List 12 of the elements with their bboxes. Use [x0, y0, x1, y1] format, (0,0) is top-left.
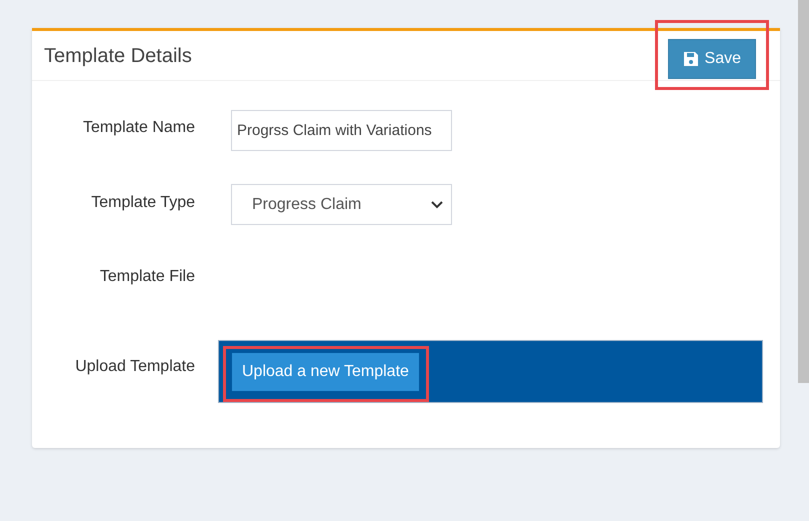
scrollbar[interactable]	[798, 0, 809, 383]
save-icon	[682, 50, 699, 66]
card-title: Template Details	[44, 44, 192, 68]
select-field[interactable]: Progress Claim	[231, 184, 452, 225]
field-label: Upload Template	[74, 357, 195, 377]
upload-button[interactable]: Upload a new Template	[232, 352, 419, 390]
save-button[interactable]: Save	[668, 38, 756, 78]
chevron-down-icon	[431, 200, 443, 208]
field-label: Template File	[98, 266, 195, 286]
input-field[interactable]: Progrss Claim with Variations	[231, 110, 452, 151]
field-label: Template Name	[82, 118, 195, 138]
field-label: Template Type	[90, 192, 195, 212]
